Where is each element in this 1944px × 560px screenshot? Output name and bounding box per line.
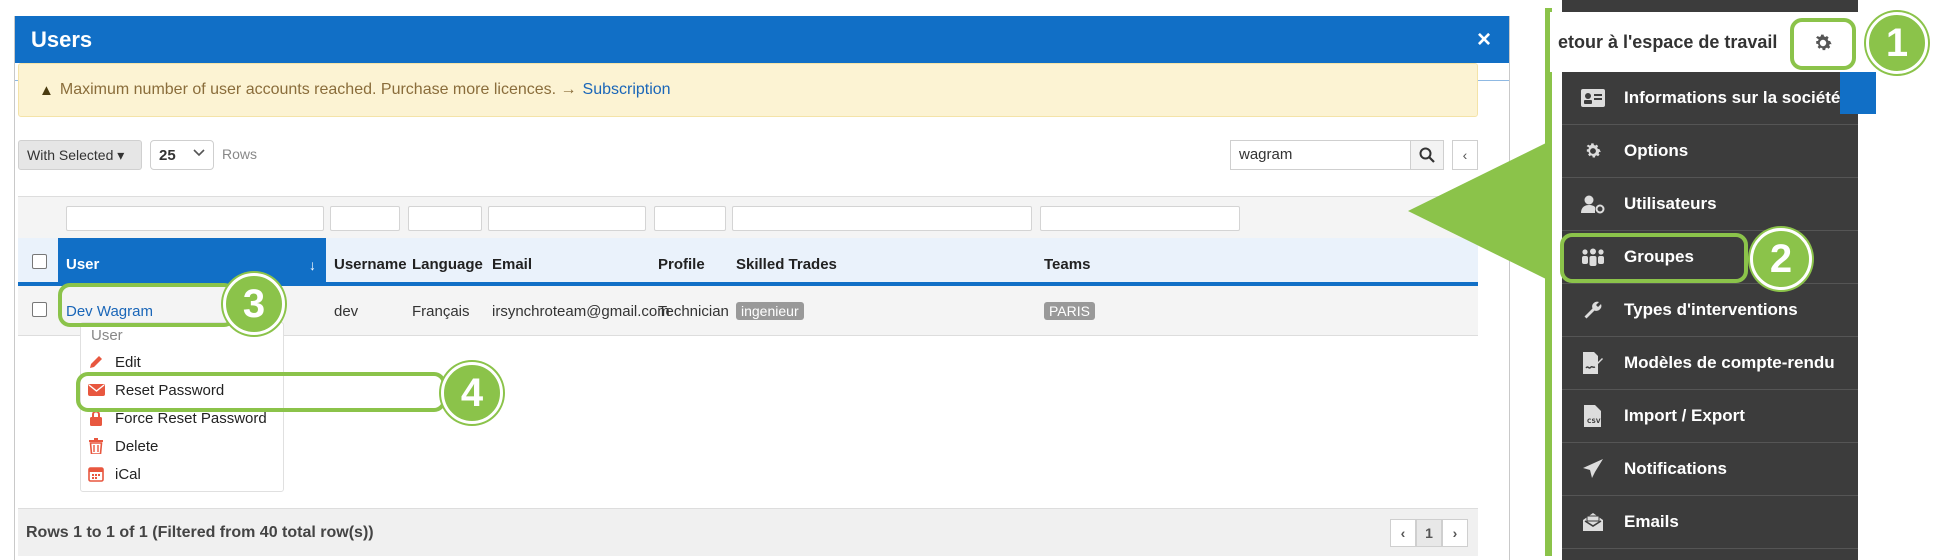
menu-item-options[interactable]: Options (1562, 125, 1858, 178)
cell-profile: Technician (658, 302, 729, 320)
filter-username-input[interactable] (330, 206, 400, 231)
menu-item-emails[interactable]: Emails (1562, 496, 1858, 549)
rows-summary: Rows 1 to 1 of 1 (Filtered from 40 total… (26, 523, 374, 541)
table-toolbar: With Selected ▾ 25 Rows wagram ‹ (18, 140, 1478, 170)
pagination: ‹ 1 › (1390, 519, 1468, 547)
filter-email-input[interactable] (488, 206, 646, 231)
calendar-icon (87, 465, 105, 483)
menu-item-import-export[interactable]: CSV Import / Export (1562, 390, 1858, 443)
filter-user-input[interactable] (66, 206, 324, 231)
column-header-profile[interactable]: Profile (650, 238, 728, 282)
callout-badge-3: 3 (223, 273, 285, 335)
team-tag: PARIS (1044, 302, 1095, 320)
callout-badge-1: 1 (1866, 12, 1928, 74)
chevron-left-icon[interactable]: ‹ (1390, 519, 1416, 547)
user-cog-icon (1580, 193, 1606, 215)
menu-item-delete[interactable]: Delete (87, 434, 283, 458)
column-header-email[interactable]: Email (484, 238, 650, 282)
filter-profile-input[interactable] (654, 206, 726, 231)
back-to-workspace-label: etour à l'espace de travail (1558, 31, 1778, 52)
callout-divider-line (1545, 8, 1552, 556)
skilled-trade-tag: ingenieur (736, 302, 804, 320)
cell-email: irsynchroteam@gmail.com (492, 302, 670, 320)
with-selected-button[interactable]: With Selected ▾ (18, 140, 142, 170)
menu-item-ical[interactable]: iCal (87, 462, 283, 486)
file-signature-icon (1580, 352, 1606, 374)
context-menu-header: User (91, 327, 123, 344)
modal-header: Users × (15, 16, 1509, 63)
column-header-username[interactable]: Username (326, 238, 407, 282)
filter-row (18, 196, 1478, 238)
page-number[interactable]: 1 (1416, 519, 1442, 547)
filter-skilled-trades-input[interactable] (732, 206, 1032, 231)
rows-per-page-select[interactable]: 25 (150, 140, 214, 170)
sort-arrow-icon: ↓ (309, 257, 316, 273)
rows-label: Rows (222, 146, 258, 162)
alert-text: Maximum number of user accounts reached.… (59, 81, 577, 98)
menu-item-edit[interactable]: Edit (87, 350, 283, 374)
callout-highlight-4 (76, 372, 446, 412)
chevron-right-icon[interactable]: › (1442, 519, 1468, 547)
subscription-link[interactable]: Subscription (583, 81, 671, 99)
filter-language-input[interactable] (408, 206, 482, 231)
gear-icon (1580, 140, 1606, 162)
column-header-language[interactable]: Language (404, 238, 484, 282)
wrench-icon (1580, 299, 1606, 321)
search-input[interactable]: wagram (1230, 140, 1410, 170)
callout-badge-2: 2 (1750, 228, 1812, 290)
cell-language: Français (412, 302, 470, 320)
svg-text:CSV: CSV (1587, 418, 1601, 425)
callout-pointer-arrow (1408, 142, 1548, 280)
cell-teams: PARIS (1036, 286, 1095, 336)
table-footer: Rows 1 to 1 of 1 (Filtered from 40 total… (18, 508, 1478, 556)
pencil-icon (87, 353, 105, 371)
file-csv-icon: CSV (1580, 405, 1606, 427)
column-header-user[interactable]: User ↓ (58, 238, 326, 282)
callout-highlight-1 (1790, 18, 1856, 70)
chevron-down-icon (192, 146, 206, 163)
close-icon[interactable]: × (1477, 27, 1491, 52)
license-alert: ▲ Maximum number of user accounts reache… (18, 63, 1478, 117)
modal-title: Users (31, 26, 93, 52)
cell-username: dev (334, 302, 359, 320)
select-all-checkbox[interactable] (32, 254, 47, 269)
column-header-teams[interactable]: Teams (1036, 238, 1296, 282)
trash-icon (87, 437, 105, 455)
menu-item-notifications[interactable]: Notifications (1562, 443, 1858, 496)
id-card-icon (1580, 87, 1606, 109)
filter-teams-input[interactable] (1040, 206, 1240, 231)
column-header-skilled-trades[interactable]: Skilled Trades (728, 238, 1036, 282)
menu-item-intervention-types[interactable]: Types d'interventions (1562, 284, 1858, 337)
envelope-open-icon (1580, 511, 1606, 533)
callout-highlight-3 (58, 283, 236, 327)
menu-item-users[interactable]: Utilisateurs (1562, 178, 1858, 231)
row-checkbox[interactable] (32, 302, 47, 317)
menu-item-company-info[interactable]: Informations sur la société (1562, 72, 1858, 125)
menu-item-report-templates[interactable]: Modèles de compte-rendu (1562, 337, 1858, 390)
rows-value: 25 (159, 146, 176, 164)
callout-badge-4: 4 (441, 362, 503, 424)
warning-icon: ▲ (39, 81, 54, 99)
cell-skilled-trades: ingenieur (728, 286, 804, 336)
callout-highlight-2 (1560, 233, 1748, 283)
paper-plane-icon (1580, 458, 1606, 480)
